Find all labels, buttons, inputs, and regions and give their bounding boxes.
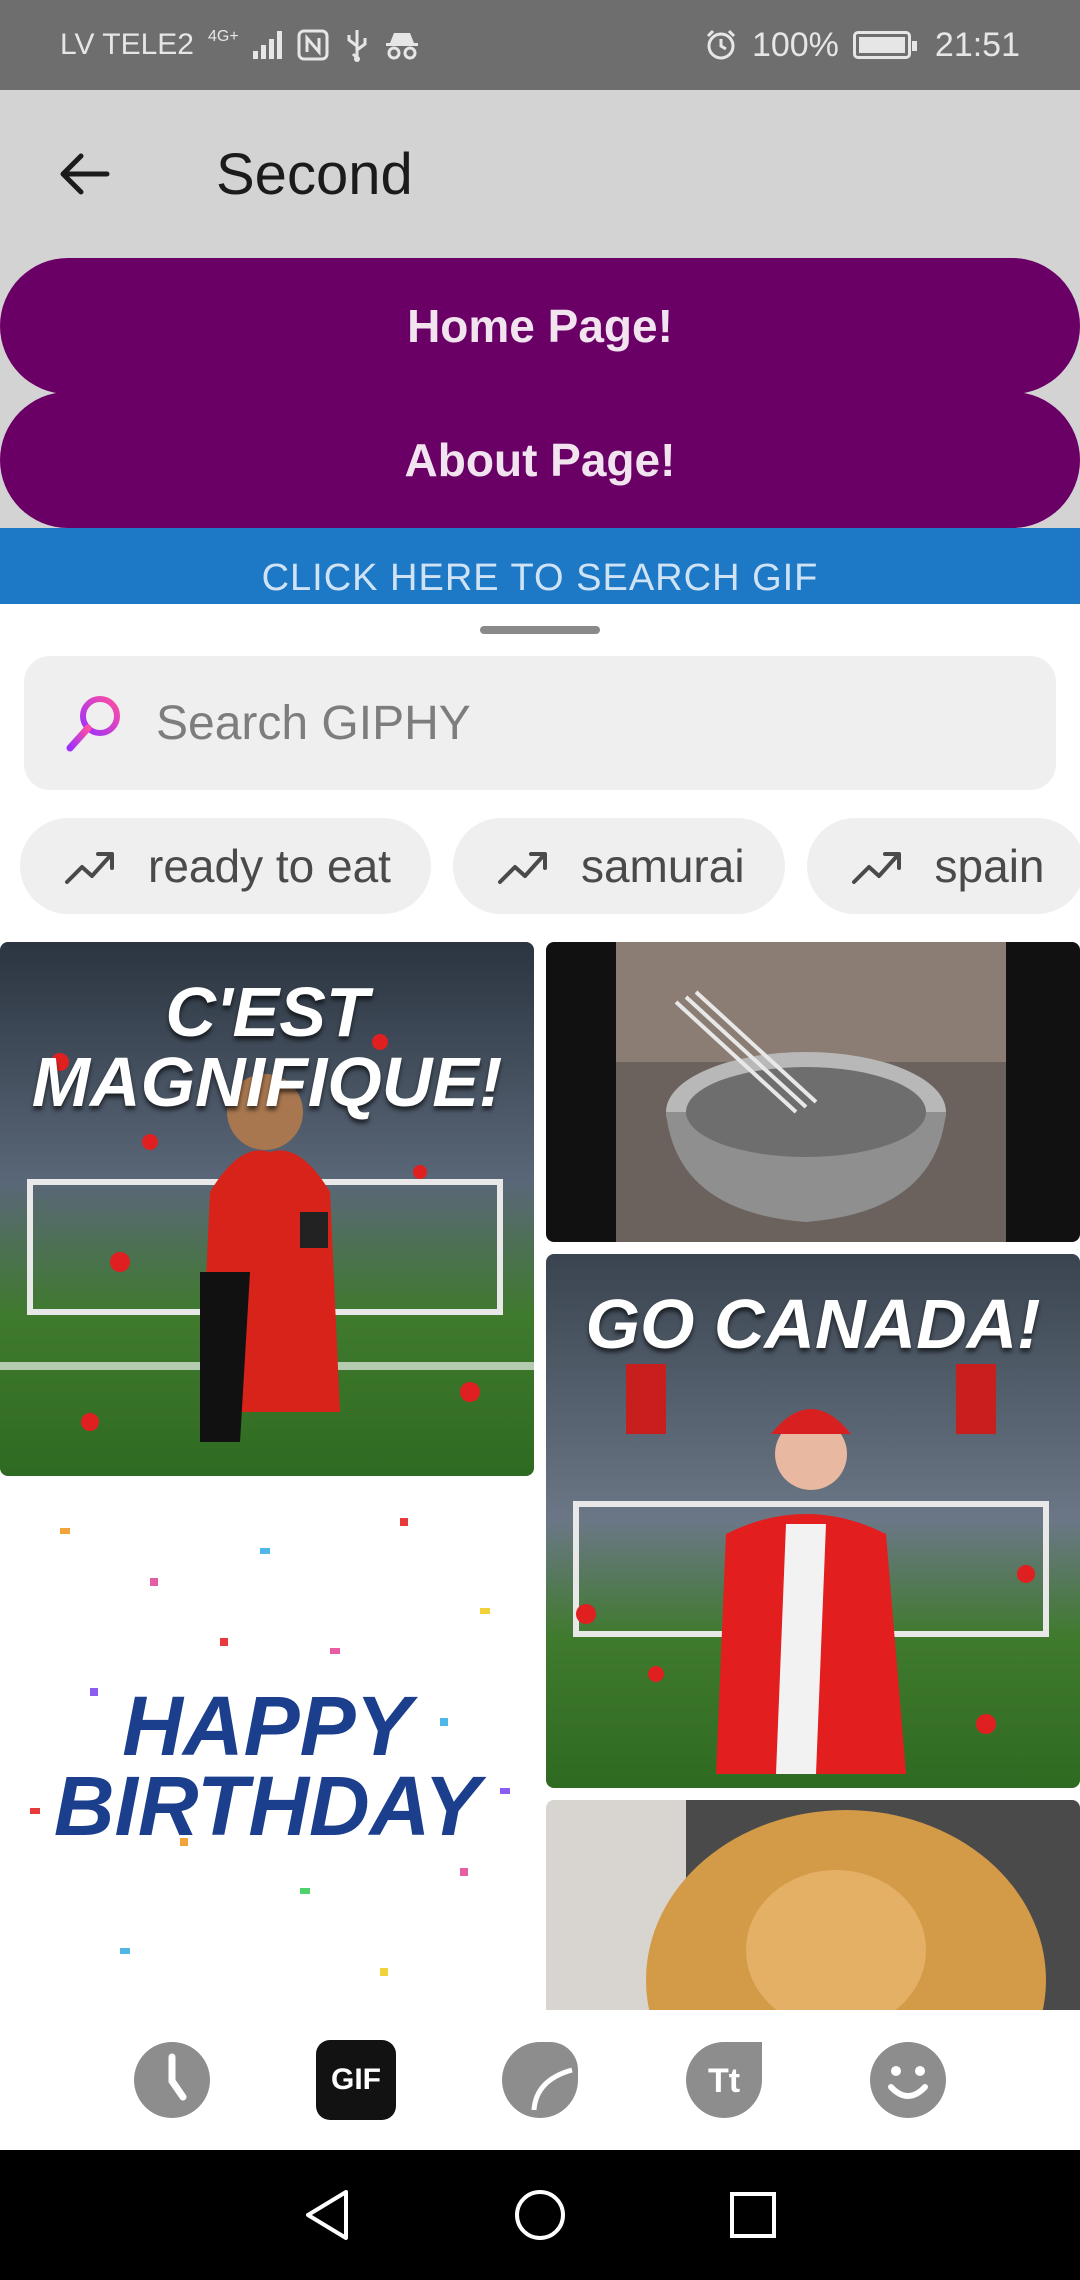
page-title: Second — [216, 141, 413, 207]
gif-caption-line1: GO CANADA! — [585, 1285, 1041, 1363]
incognito-icon — [385, 33, 418, 60]
status-right: 100% 21:51 — [704, 26, 1020, 65]
battery-percent: 100% — [751, 25, 839, 64]
chip-label: ready to eat — [148, 840, 391, 892]
network-type: 4G+ — [207, 28, 239, 45]
status-bar: LV TELE2 4G+ 100% 21:51 — [0, 0, 1080, 90]
usb-icon — [347, 30, 367, 62]
back-button[interactable] — [0, 90, 168, 258]
carrier-label: LV TELE2 — [60, 28, 194, 61]
about-page-button[interactable]: About Page! — [0, 392, 1080, 528]
gif-caption-line1: C'EST — [165, 973, 369, 1051]
arrow-left-icon — [60, 153, 110, 195]
trending-icon — [65, 852, 114, 884]
nav-recents-button[interactable] — [718, 2180, 788, 2250]
nav-back-button[interactable] — [292, 2180, 362, 2250]
text-icon: Tt — [686, 2042, 762, 2118]
alarm-icon — [706, 29, 735, 60]
gif-tile[interactable]: HAPPY BIRTHDAY — [0, 1488, 534, 2008]
giphy-sheet: Search GIPHY ready to eat samurai spain — [0, 604, 1080, 2150]
sticker-icon — [502, 2042, 578, 2118]
recents-tab[interactable] — [132, 2040, 212, 2120]
battery-icon — [852, 31, 917, 59]
gif-caption-line2: MAGNIFIQUE! — [31, 1043, 503, 1121]
trending-chip[interactable]: ready to eat — [20, 818, 431, 914]
trending-chip[interactable]: samurai — [452, 818, 785, 914]
screen: LV TELE2 4G+ 100% 21:51 Second Home Page… — [0, 0, 1080, 2280]
gif-tab[interactable]: GIF — [316, 2040, 396, 2120]
nav-home-button[interactable] — [505, 2180, 575, 2250]
giphy-search-input[interactable]: Search GIPHY — [24, 656, 1056, 790]
stickers-tab[interactable] — [500, 2040, 580, 2120]
gif-caption-line2: BIRTHDAY — [53, 1759, 481, 1853]
gif-grid: C'EST MAGNIFIQUE! GO CANADA! HAPPY BIRTH… — [0, 942, 1080, 2150]
triangle-back-icon — [305, 2190, 348, 2240]
cooking-image — [616, 942, 1006, 1242]
clock-icon — [134, 2042, 210, 2118]
drag-handle[interactable] — [480, 626, 600, 634]
gif-tile[interactable]: GO CANADA! — [546, 1254, 1080, 1788]
search-placeholder: Search GIPHY — [156, 696, 471, 750]
search-gif-button[interactable]: CLICK HERE TO SEARCH GIF — [0, 528, 1080, 604]
trending-icon — [497, 852, 547, 884]
gif-tile[interactable]: C'EST MAGNIFIQUE! — [0, 942, 534, 1476]
square-recents-icon — [730, 2192, 777, 2238]
app-bar: Second — [0, 90, 1080, 258]
clock: 21:51 — [934, 25, 1020, 64]
trending-chips: ready to eat samurai spain — [20, 818, 1080, 914]
trending-chip[interactable]: spain — [806, 818, 1080, 914]
signal-icon — [252, 31, 282, 59]
chip-label: spain — [934, 840, 1045, 892]
emoji-icon — [870, 2042, 946, 2118]
status-left: LV TELE2 4G+ — [60, 28, 420, 62]
nfc-icon — [297, 29, 329, 61]
svg-text:Tt: Tt — [708, 2062, 740, 2100]
emoji-tab[interactable] — [868, 2040, 948, 2120]
giphy-tab-bar: GIF Tt — [0, 2010, 1080, 2150]
circle-home-icon — [514, 2190, 565, 2240]
trending-icon — [851, 852, 901, 884]
gif-tile[interactable] — [546, 942, 1080, 1242]
chip-label: samurai — [580, 840, 745, 892]
system-nav-bar — [0, 2150, 1080, 2280]
search-icon — [66, 696, 120, 752]
home-page-button[interactable]: Home Page! — [0, 258, 1080, 394]
text-tab[interactable]: Tt — [684, 2040, 764, 2120]
